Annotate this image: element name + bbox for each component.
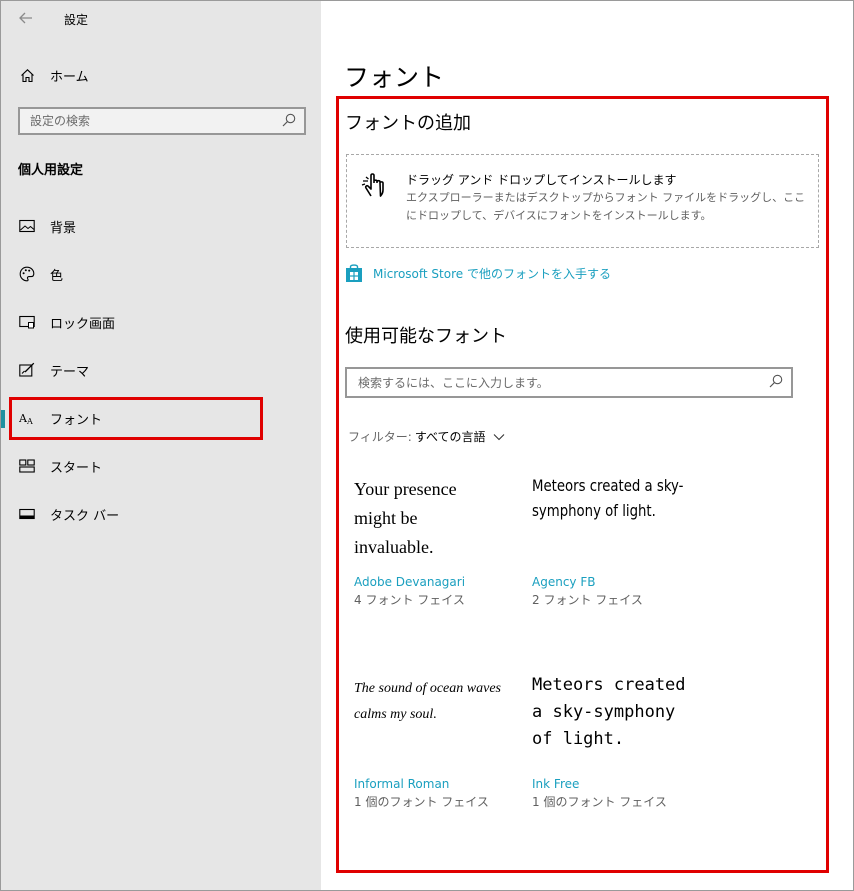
lock-screen-icon (19, 314, 35, 330)
drop-zone-title: ドラッグ アンド ドロップしてインストールします (406, 173, 677, 187)
sidebar: 設定 ホーム 個人用設定 (1, 1, 321, 890)
home-icon (19, 67, 35, 83)
font-card-ink-free[interactable]: Meteors created a sky-symphony of light.… (532, 672, 702, 810)
font-card-informal-roman[interactable]: The sound of ocean waves calms my soul. … (354, 676, 524, 810)
store-bag-icon (345, 263, 363, 283)
font-name: Informal Roman (354, 777, 450, 791)
sidebar-item-label: 背景 (50, 220, 77, 236)
font-drop-zone[interactable]: ドラッグ アンド ドロップしてインストールします エクスプローラーまたはデスクト… (346, 154, 819, 248)
theme-icon (19, 362, 35, 378)
search-icon[interactable] (282, 112, 296, 131)
sidebar-item-label: スタート (50, 460, 103, 476)
settings-search-input[interactable] (30, 114, 270, 128)
sidebar-item-color[interactable]: 色 (1, 258, 321, 290)
font-face-count: 1 個のフォント フェイス (354, 795, 489, 809)
font-sample: The sound of ocean waves calms my soul. (354, 681, 501, 722)
fonts-icon: A A (19, 410, 35, 426)
filter-value[interactable]: すべての言語 (415, 428, 486, 445)
sidebar-item-label: フォント (50, 412, 103, 428)
font-sample-text: Meteors created a sky-symphony of light. (532, 476, 684, 520)
sidebar-item-start[interactable]: スタート (1, 450, 321, 482)
settings-search-box[interactable] (18, 107, 306, 135)
language-filter[interactable]: フィルター: すべての言語 (348, 428, 505, 445)
font-card-adobe-devanagari[interactable]: Your presence might be invaluable. Adobe… (354, 475, 524, 608)
font-search-input[interactable] (358, 375, 748, 390)
font-search-box[interactable] (345, 367, 793, 398)
add-fonts-heading: フォントの追加 (345, 113, 471, 134)
back-button[interactable] (15, 8, 37, 28)
filter-label: フィルター: (348, 430, 412, 444)
store-link-text[interactable]: Microsoft Store で他のフォントを入手する (373, 265, 611, 282)
page-title: フォント (344, 63, 445, 92)
font-name: Adobe Devanagari (354, 575, 466, 589)
section-heading: 個人用設定 (18, 163, 84, 178)
sidebar-item-lock-screen[interactable]: ロック画面 (1, 306, 321, 338)
sidebar-item-label: ホーム (50, 69, 89, 85)
back-arrow-icon (19, 12, 32, 24)
sidebar-item-label: テーマ (50, 364, 90, 380)
taskbar-icon (19, 506, 35, 522)
available-fonts-heading: 使用可能なフォント (345, 326, 507, 347)
font-sample: Meteors created a sky-symphony of light. (532, 473, 683, 571)
drag-hand-icon (360, 169, 392, 201)
palette-icon (19, 266, 35, 282)
sidebar-item-label: 色 (50, 268, 64, 284)
sidebar-item-background[interactable]: 背景 (1, 210, 321, 242)
font-sample: Meteors created a sky-symphony of light. (532, 675, 686, 749)
main-content: フォント フォントの追加 ドラッグ アンド ドロップしてインストールします エク… (321, 1, 853, 890)
font-face-count: 1 個のフォント フェイス (532, 795, 667, 809)
sidebar-item-label: タスク バー (50, 508, 120, 524)
sidebar-item-theme[interactable]: テーマ (1, 354, 321, 386)
sidebar-item-taskbar[interactable]: タスク バー (1, 498, 321, 530)
font-face-count: 2 フォント フェイス (532, 593, 643, 607)
search-icon[interactable] (769, 373, 783, 392)
svg-text:A: A (26, 417, 33, 426)
chevron-down-icon[interactable] (493, 430, 505, 444)
store-link[interactable]: Microsoft Store で他のフォントを入手する (345, 263, 611, 283)
start-icon (19, 458, 35, 474)
font-face-count: 4 フォント フェイス (354, 593, 465, 607)
sidebar-item-home[interactable]: ホーム (1, 59, 321, 91)
font-name: Agency FB (532, 575, 596, 589)
font-card-agency-fb[interactable]: Meteors created a sky-symphony of light.… (532, 473, 702, 608)
picture-icon (19, 218, 35, 234)
drop-zone-description: エクスプローラーまたはデスクトップからフォント ファイルをドラッグし、ここにドロ… (406, 191, 806, 222)
sidebar-item-label: ロック画面 (50, 316, 116, 332)
app-title: 設定 (64, 13, 89, 27)
sidebar-item-fonts[interactable]: A A フォント (1, 402, 321, 434)
settings-window: 設定 ホーム 個人用設定 (0, 0, 854, 891)
font-sample: Your presence might be invaluable. (354, 479, 457, 557)
titlebar: 設定 (1, 1, 321, 35)
sidebar-nav: 背景 色 ロック画面 テーマ A A フォント スタート タスク バー (1, 210, 321, 546)
font-name: Ink Free (532, 777, 580, 791)
